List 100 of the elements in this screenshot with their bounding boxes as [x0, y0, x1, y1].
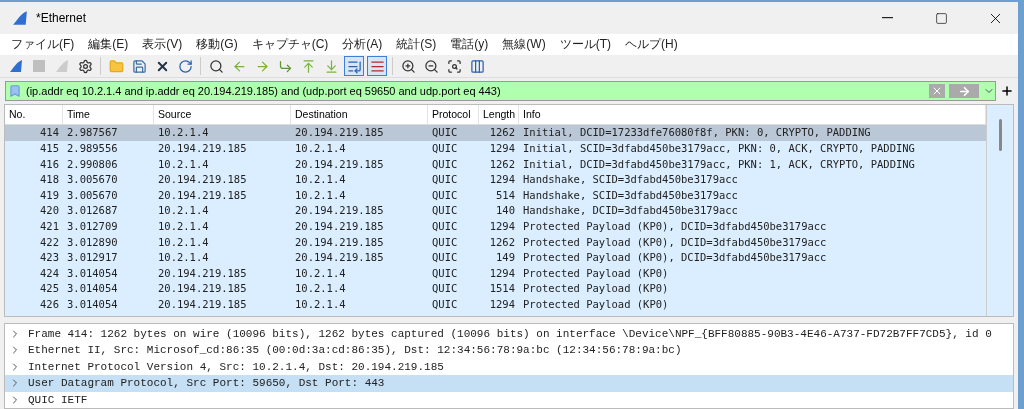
table-cell-text: 426 [39, 296, 60, 312]
table-cell-text: 140 [495, 203, 516, 219]
table-cell-text: 10.2.1.4 [157, 156, 210, 172]
apply-button[interactable] [949, 84, 979, 99]
go-to-icon [277, 58, 293, 74]
table-cell-text: 423 [39, 250, 60, 266]
filter-input[interactable]: (ip.addr eq 10.2.1.4 and ip.addr eq 20.194.219.185) and (udp.port eq 59650 and udp.port eq 443) [26, 85, 925, 98]
table-cell-text: 10.2.1.4 [294, 172, 347, 188]
toolbar-button[interactable] [344, 56, 364, 77]
table-cell-text: 20.194.219.185 [157, 296, 248, 312]
menu-item[interactable]: 編集(E) [81, 35, 136, 53]
column-header[interactable]: Time [63, 105, 154, 125]
table-cell-text: 1294 [488, 218, 516, 234]
minimize-icon [881, 17, 893, 19]
table-cell-text: 421 [39, 218, 60, 234]
table-cell-text: 514 [495, 187, 516, 203]
table-cell-text: 20.194.219.185 [294, 234, 385, 250]
table-cell-text: QUIC [431, 218, 459, 234]
settings-icon [77, 58, 93, 74]
table-cell-text: 414 [39, 125, 60, 141]
menu-item[interactable]: 電話(y) [443, 35, 496, 53]
menu-item[interactable]: 統計(S) [389, 35, 444, 53]
shark-fin-icon [9, 59, 23, 74]
table-cell-text: 1262 [488, 234, 516, 250]
tree-text: Internet Protocol Version 4, Src: 10.2.1.4, Dst: 20.194.219.185 [28, 360, 444, 373]
column-header[interactable]: Protocol [428, 105, 479, 125]
toolbar-button[interactable] [367, 56, 387, 77]
table-cell-text: 3.012709 [66, 218, 119, 234]
table-cell-text: 3.014054 [66, 281, 119, 297]
table-cell-text: 1262 [488, 156, 516, 172]
packet-row[interactable]: 423 3.012917 10.2.1.4 20.194.219.185 QUIC 149 Protected Payload (KP0), DCID=3dfabd450be3179acc [5, 250, 986, 266]
menu-item[interactable]: 分析(A) [335, 35, 390, 53]
table-cell-text: 20.194.219.185 [294, 203, 385, 219]
table-cell-text: QUIC [431, 156, 459, 172]
column-header[interactable]: Length [479, 105, 519, 125]
table-cell-text: QUIC [431, 296, 459, 312]
menu-item[interactable]: ヘルプ(H) [618, 35, 685, 53]
table-cell-text: Protected Payload (KP0) [522, 265, 670, 281]
menu-item[interactable]: 移動(G) [189, 35, 245, 53]
column-header[interactable]: No. [5, 105, 63, 125]
menu-item[interactable]: キャプチャ(C) [244, 35, 336, 53]
save-icon [131, 58, 147, 74]
column-header[interactable]: Destination [291, 105, 428, 125]
packet-row[interactable]: 420 3.012687 10.2.1.4 20.194.219.185 QUIC 140 Handshake, DCID=3dfabd450be3179acc [5, 203, 986, 219]
table-cell-text: 3.005670 [66, 187, 119, 203]
folder-icon [108, 58, 124, 74]
tree-row[interactable]: QUIC IETF [5, 391, 1013, 408]
table-cell-text: 3.005670 [66, 172, 119, 188]
table-cell-text: 3.014054 [66, 296, 119, 312]
table-cell-text: 1294 [488, 265, 516, 281]
menu-item[interactable]: ファイル(F) [4, 35, 82, 53]
zoom-icon [446, 58, 462, 74]
maximize-icon [934, 11, 948, 25]
tree-row[interactable]: User Datagram Protocol, Src Port: 59650, Dst Port: 443 [5, 375, 1013, 392]
menu-item[interactable]: 表示(V) [135, 35, 190, 53]
table-cell-text: QUIC [431, 187, 459, 203]
shark-fin-icon [12, 10, 28, 26]
tree-row[interactable]: Ethernet II, Src: Microsof_cd:86:35 (00:0d:3a:cd:86:35), Dst: 12:34:56:78:9a:bc (12:34:56:78:9a:bc) [5, 342, 1013, 359]
table-cell-text: 2.990806 [66, 156, 119, 172]
table-cell-text: 3.012890 [66, 234, 119, 250]
menu-item[interactable]: ツール(T) [552, 35, 618, 53]
table-cell-text: 10.2.1.4 [294, 265, 347, 281]
table-cell-text: 419 [39, 187, 60, 203]
menu-item[interactable]: 無線(W) [495, 35, 553, 53]
tree-row[interactable]: Frame 414: 1262 bytes on wire (10096 bits), 1262 bytes captured (10096 bits) on interface \Device\NPF_{BFF80885-90B3-4E46-A737-FD72B7FF7CD5}, id 0 [5, 325, 1013, 342]
tree-text: Ethernet II, Src: Microsof_cd:86:35 (00:0d:3a:cd:86:35), Dst: 12:34:56:78:9a:bc (12:34:56:78:9a:bc) [28, 344, 682, 357]
table-cell-text: 10.2.1.4 [294, 141, 347, 156]
table-cell-text: 2.987567 [66, 125, 119, 141]
list-icon [369, 58, 385, 74]
table-cell-text: QUIC [431, 172, 459, 188]
filter-field[interactable]: (ip.addr eq 10.2.1.4 and ip.addr eq 20.194.219.185) and (udp.port eq 59650 and udp.port eq 443) [5, 81, 996, 102]
packet-row[interactable]: 418 3.005670 20.194.219.185 10.2.1.4 QUIC 1294 Handshake, SCID=3dfabd450be3179acc [5, 172, 986, 188]
tree-text: Frame 414: 1262 bytes on wire (10096 bits), 1262 bytes captured (10096 bits) on interface \Device\NPF_{BFF80885-90B3-4E46-A737-FD72B7FF7CD5}, id 0 [28, 327, 992, 340]
scrollbar[interactable] [986, 105, 1013, 316]
table-cell-text: QUIC [431, 281, 459, 297]
table-cell-text: 1294 [488, 141, 516, 156]
table-cell-text: QUIC [431, 125, 459, 141]
table-cell-text: Initial, DCID=3dfabd450be3179acc, PKN: 1, ACK, CRYPTO, PADDING [522, 156, 916, 172]
stop-icon [33, 60, 45, 73]
table-cell-text: QUIC [431, 265, 459, 281]
table-cell-text: QUIC [431, 234, 459, 250]
column-header[interactable]: Source [154, 105, 291, 125]
list-icon [346, 58, 362, 74]
arrow-right-icon [254, 58, 270, 74]
packet-row[interactable]: 415 2.989556 20.194.219.185 10.2.1.4 QUIC 1294 Initial, SCID=3dfabd450be3179acc, PKN: 0, ACK, CRYPTO, PADDING [5, 141, 986, 157]
table-cell-text: 10.2.1.4 [157, 203, 210, 219]
add-button[interactable] [1000, 84, 1014, 99]
table-cell-text: 1514 [488, 281, 516, 297]
zoom-out-icon [423, 58, 439, 74]
clear-button[interactable] [929, 84, 945, 99]
tree-row[interactable]: Internet Protocol Version 4, Src: 10.2.1.4, Dst: 20.194.219.185 [5, 358, 1013, 375]
table-cell-text: 3.012917 [66, 250, 119, 266]
table-cell-text: Initial, SCID=3dfabd450be3179acc, PKN: 0, ACK, CRYPTO, PADDING [522, 141, 916, 156]
table-cell-text: Initial, DCID=17233dfe76080f8f, PKN: 0, CRYPTO, PADDING [522, 125, 872, 141]
table-cell-text: Protected Payload (KP0), DCID=3dfabd450be3179acc [522, 218, 828, 234]
packet-row[interactable]: 414 2.987567 10.2.1.4 20.194.219.185 QUIC 1262 Initial, DCID=17233dfe76080f8f, PKN: 0, CRYPTO, PADDING [5, 125, 986, 141]
table-cell-text: 3.014054 [66, 265, 119, 281]
packet-row[interactable]: 425 3.014054 20.194.219.185 10.2.1.4 QUIC 1514 Protected Payload (KP0) [5, 281, 986, 297]
table-cell-text: 420 [39, 203, 60, 219]
table-cell-text: Protected Payload (KP0), DCID=3dfabd450be3179acc [522, 234, 828, 250]
